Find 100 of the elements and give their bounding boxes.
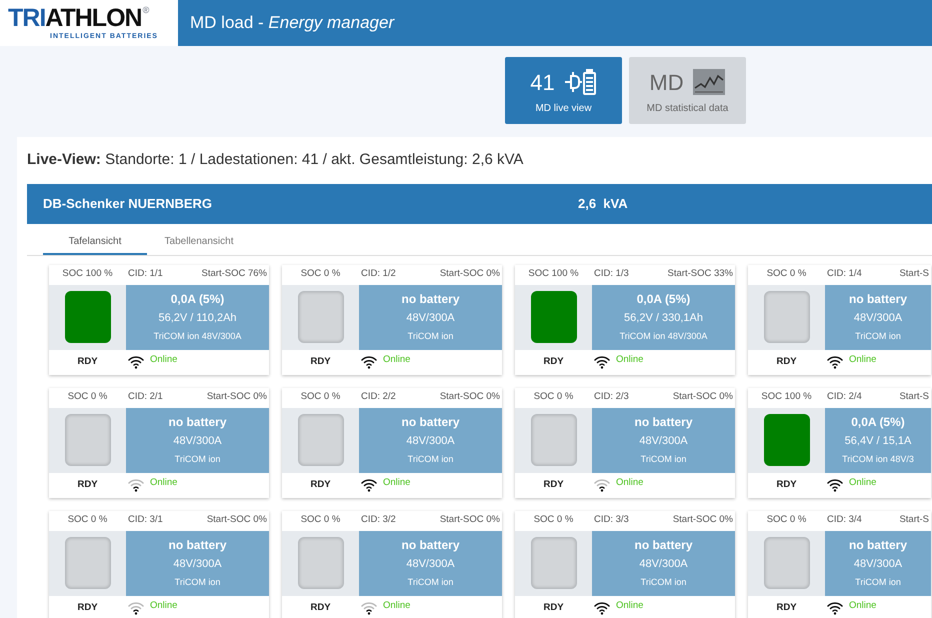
cid-label: CID: 2/4	[826, 390, 862, 404]
soc-label: SOC 0 %	[300, 390, 342, 404]
logo-wordmark: TRIATHLON	[8, 4, 142, 32]
voltage-reading: 48V/300A	[639, 557, 688, 572]
cid-label: CID: 2/3	[593, 390, 629, 404]
start-soc-label: Start-SOC 0%	[438, 513, 501, 528]
ready-status: RDY	[542, 478, 565, 492]
view-tab[interactable]: Tabellenansicht	[147, 230, 251, 254]
cid-label: CID: 3/1	[127, 513, 163, 528]
start-soc-label: Start-SOC 76%	[200, 267, 268, 282]
start-soc-label: Start-SOC 0%	[206, 390, 268, 404]
voltage-reading: 48V/300A	[639, 434, 688, 449]
start-soc-label: Start-SOC 0%	[672, 513, 734, 528]
battery-type: TriCOM ion	[640, 453, 686, 466]
cid-label: CID: 1/1	[127, 267, 163, 282]
battery-type: TriCOM ion	[855, 576, 901, 589]
site-power: 2,6 kVA	[578, 194, 628, 213]
current-reading: no battery	[634, 537, 692, 554]
online-status: Online	[616, 476, 644, 490]
online-status: Online	[150, 476, 178, 490]
online-status: Online	[616, 353, 644, 368]
view-tile[interactable]: 41 MD live view	[505, 57, 622, 124]
battery-type: TriCOM ion	[408, 576, 454, 589]
cid-label: CID: 2/1	[127, 390, 163, 404]
start-soc-label: Start-S	[898, 390, 930, 404]
cid-label: CID: 2/2	[360, 390, 396, 404]
current-reading: no battery	[168, 537, 226, 554]
online-status: Online	[849, 353, 876, 368]
voltage-reading: 48V/300A	[406, 557, 455, 572]
plug-battery-icon	[562, 68, 597, 96]
ready-status: RDY	[309, 600, 332, 615]
cid-label: CID: 3/4	[826, 513, 862, 528]
voltage-reading: 48V/300A	[173, 434, 222, 449]
voltage-reading: 48V/300A	[173, 557, 222, 572]
online-status: Online	[616, 599, 644, 614]
current-reading: no battery	[634, 414, 692, 431]
ready-status: RDY	[542, 354, 565, 369]
online-status: Online	[849, 476, 876, 490]
view-tab[interactable]: Tafelansicht	[43, 230, 147, 254]
battery-type: TriCOM ion 48V/300A	[154, 330, 242, 343]
online-status: Online	[383, 353, 410, 368]
online-status: Online	[849, 599, 876, 614]
ready-status: RDY	[76, 354, 99, 369]
ready-status: RDY	[309, 354, 332, 369]
start-soc-label: Start-SOC 0%	[438, 390, 501, 404]
current-reading: no battery	[401, 414, 460, 431]
chart-icon	[692, 68, 726, 96]
online-status: Online	[150, 599, 178, 614]
cid-label: CID: 3/3	[593, 513, 629, 528]
registered-mark: ®	[142, 4, 150, 17]
battery-type: TriCOM ion	[408, 330, 454, 343]
voltage-reading: 48V/300A	[406, 311, 455, 326]
ready-status: RDY	[775, 478, 798, 492]
start-soc-label: Start-SOC 0%	[206, 513, 268, 528]
current-reading: no battery	[401, 537, 460, 554]
start-soc-label: Start-SOC 33%	[666, 267, 734, 282]
current-reading: no battery	[848, 291, 907, 308]
cid-label: CID: 3/2	[360, 513, 396, 528]
start-soc-label: Start-SOC 0%	[672, 390, 734, 404]
voltage-reading: 56,2V / 330,1Ah	[624, 311, 703, 326]
ready-status: RDY	[542, 600, 565, 615]
soc-label: SOC 100 %	[61, 267, 114, 282]
app-title: MD load - Energy manager	[190, 12, 394, 34]
current-reading: 0,0A (5%)	[170, 291, 224, 308]
current-reading: no battery	[401, 291, 460, 308]
online-status: Online	[383, 599, 410, 614]
cid-label: CID: 1/3	[593, 267, 629, 282]
battery-type: TriCOM ion	[174, 576, 220, 589]
ready-status: RDY	[775, 354, 798, 369]
voltage-reading: 48V/300A	[854, 557, 902, 572]
soc-label: SOC 0 %	[66, 513, 108, 528]
start-soc-label: Start-S	[898, 513, 930, 528]
summary-text: Live-View: Standorte: 1 / Ladestationen: 41 / akt. Gesamtleistung: 2,6 kVA	[27, 150, 524, 170]
start-soc-label: Start-S	[898, 267, 930, 282]
soc-label: SOC 0 %	[766, 267, 808, 282]
ready-status: RDY	[76, 478, 99, 492]
cid-label: CID: 1/2	[360, 267, 396, 282]
soc-label: SOC 0 %	[66, 390, 108, 404]
site-name: DB-Schenker NUERNBERG	[43, 194, 214, 213]
current-reading: 0,0A (5%)	[851, 414, 905, 431]
soc-label: SOC 0 %	[300, 513, 342, 528]
battery-type: TriCOM ion	[640, 576, 686, 589]
cid-label: CID: 1/4	[826, 267, 862, 282]
voltage-reading: 48V/300A	[854, 311, 902, 326]
start-soc-label: Start-SOC 0%	[438, 267, 501, 282]
current-reading: no battery	[848, 537, 907, 554]
ready-status: RDY	[775, 600, 798, 615]
online-status: Online	[383, 476, 410, 490]
battery-type: TriCOM ion 48V/3	[842, 453, 914, 466]
current-reading: 0,0A (5%)	[636, 291, 690, 308]
view-tile[interactable]: MD MD statistical data	[629, 57, 746, 124]
voltage-reading: 56,4V / 15,1A	[844, 434, 912, 449]
soc-label: SOC 0 %	[532, 513, 574, 528]
battery-type: TriCOM ion	[855, 330, 901, 343]
online-status: Online	[150, 353, 178, 368]
battery-type: TriCOM ion 48V/300A	[620, 330, 708, 343]
battery-type: TriCOM ion	[408, 453, 454, 466]
voltage-reading: 48V/300A	[406, 434, 455, 449]
battery-type: TriCOM ion	[174, 453, 220, 466]
voltage-reading: 56,2V / 110,2Ah	[158, 311, 237, 326]
